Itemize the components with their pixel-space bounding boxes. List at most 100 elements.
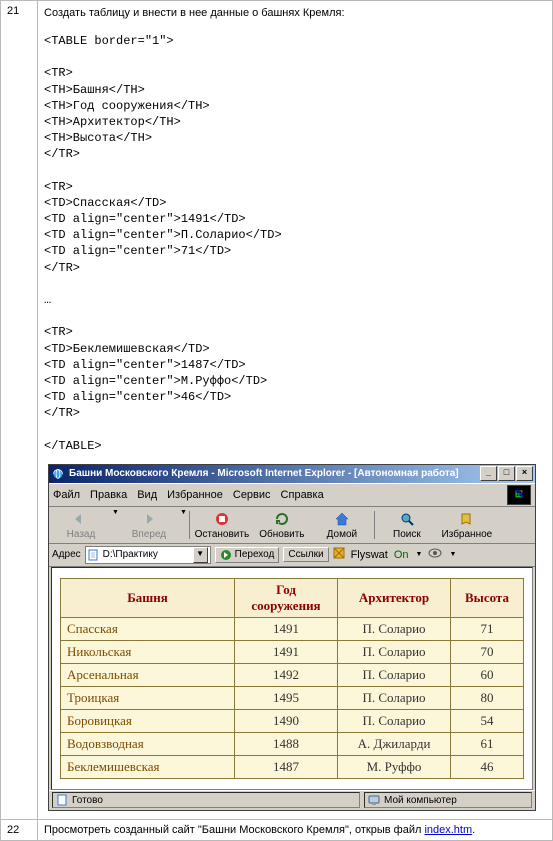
document-done-icon xyxy=(56,794,68,806)
cell-tower: Никольская xyxy=(61,640,235,663)
col-height: Высота xyxy=(451,578,524,617)
col-tower: Башня xyxy=(61,578,235,617)
stop-button[interactable]: Остановить xyxy=(192,509,252,541)
index-link[interactable]: index.htm xyxy=(424,824,472,836)
titlebar: Башни Московского Кремля - Microsoft Int… xyxy=(49,465,535,483)
toolbar: Назад ▼ Вперед ▼ Остановить Обновить xyxy=(49,507,535,544)
address-input[interactable]: D:\Практику ▼ xyxy=(85,546,211,564)
back-split-icon[interactable]: ▼ xyxy=(112,509,119,516)
go-label: Переход xyxy=(235,549,275,560)
refresh-icon xyxy=(273,510,291,528)
window-controls: _ □ × xyxy=(480,466,533,481)
go-button[interactable]: Переход xyxy=(215,547,280,563)
cell-architect: П. Соларио xyxy=(338,709,451,732)
cell-year: 1492 xyxy=(235,663,338,686)
forward-split-icon[interactable]: ▼ xyxy=(180,509,187,516)
cell-architect: П. Соларио xyxy=(338,617,451,640)
cell-tower: Водовзводная xyxy=(61,732,235,755)
flyswat-label: Flyswat xyxy=(351,549,388,561)
eye-dropdown-icon[interactable]: ▼ xyxy=(449,551,456,558)
cell-architect: П. Соларио xyxy=(338,663,451,686)
refresh-button[interactable]: Обновить xyxy=(252,509,312,541)
statusbar: Готово Мой компьютер xyxy=(49,790,535,810)
close-button[interactable]: × xyxy=(516,466,533,481)
menu-favorites[interactable]: Избранное xyxy=(167,489,223,501)
cell-height: 54 xyxy=(451,709,524,732)
menu-edit[interactable]: Правка xyxy=(90,489,127,501)
menubar: Файл Правка Вид Избранное Сервис Справка… xyxy=(49,483,535,507)
cell-height: 70 xyxy=(451,640,524,663)
go-icon xyxy=(220,549,232,561)
task22-tail: . xyxy=(472,824,475,836)
home-label: Домой xyxy=(327,529,357,540)
menu-view[interactable]: Вид xyxy=(137,489,157,501)
forward-icon xyxy=(140,510,158,528)
forward-button[interactable]: Вперед xyxy=(119,509,179,541)
cell-architect: П. Соларио xyxy=(338,640,451,663)
menu-file[interactable]: Файл xyxy=(53,489,80,501)
links-button[interactable]: Ссылки xyxy=(283,547,328,562)
address-label: Адрес xyxy=(52,549,81,560)
kremlin-table: Башня Год сооружения Архитектор Высота С… xyxy=(60,578,524,779)
col-year: Год сооружения xyxy=(235,578,338,617)
address-dropdown-icon[interactable]: ▼ xyxy=(193,547,208,563)
task-number: 21 xyxy=(1,1,38,820)
ie-icon xyxy=(51,467,65,481)
cell-year: 1491 xyxy=(235,617,338,640)
back-icon xyxy=(72,510,90,528)
task-number: 22 xyxy=(1,819,38,840)
cell-architect: М. Руффо xyxy=(338,755,451,778)
document-table: 21 Создать таблицу и внести в нее данные… xyxy=(0,0,553,841)
refresh-label: Обновить xyxy=(259,529,304,540)
back-label: Назад xyxy=(67,529,96,540)
favorites-button[interactable]: Избранное xyxy=(437,509,497,541)
search-icon xyxy=(398,510,416,528)
cell-year: 1490 xyxy=(235,709,338,732)
menu-help[interactable]: Справка xyxy=(281,489,324,501)
flyswat-state[interactable]: On xyxy=(394,549,409,561)
browser-content: Башня Год сооружения Архитектор Высота С… xyxy=(51,567,533,790)
code-block: <TABLE border="1"> <TR> <TH>Башня</TH> <… xyxy=(44,33,546,454)
toolbar-separator xyxy=(374,511,375,539)
cell-architect: П. Соларио xyxy=(338,686,451,709)
eye-icon[interactable] xyxy=(428,548,442,561)
cell-tower: Боровицкая xyxy=(61,709,235,732)
favorites-icon xyxy=(458,510,476,528)
table-row: Водовзводная1488А. Джиларди61 xyxy=(61,732,524,755)
maximize-button[interactable]: □ xyxy=(498,466,515,481)
table-row: Арсенальная1492П. Соларио60 xyxy=(61,663,524,686)
zone-text: Мой компьютер xyxy=(384,795,457,806)
cell-height: 80 xyxy=(451,686,524,709)
my-computer-icon xyxy=(368,794,380,806)
cell-tower: Троицкая xyxy=(61,686,235,709)
forward-label: Вперед xyxy=(132,529,166,540)
cell-tower: Арсенальная xyxy=(61,663,235,686)
table-row: Никольская1491П. Соларио70 xyxy=(61,640,524,663)
home-icon xyxy=(333,510,351,528)
flyswat-icon xyxy=(333,547,345,562)
address-value: D:\Практику xyxy=(103,549,193,560)
window-title: Башни Московского Кремля - Microsoft Int… xyxy=(69,468,480,479)
document-icon xyxy=(88,549,100,561)
ie-window: Башни Московского Кремля - Microsoft Int… xyxy=(48,464,536,811)
minimize-button[interactable]: _ xyxy=(480,466,497,481)
col-architect: Архитектор xyxy=(338,578,451,617)
search-label: Поиск xyxy=(393,529,421,540)
task-body: Просмотреть созданный сайт "Башни Москов… xyxy=(38,819,553,840)
flyswat-dropdown-icon[interactable]: ▼ xyxy=(416,551,423,558)
search-button[interactable]: Поиск xyxy=(377,509,437,541)
cell-height: 46 xyxy=(451,755,524,778)
toolbar-separator xyxy=(189,511,190,539)
task-row-21: 21 Создать таблицу и внести в нее данные… xyxy=(1,1,553,820)
table-row: Беклемишевская1487М. Руффо46 xyxy=(61,755,524,778)
status-text: Готово xyxy=(72,795,103,806)
back-button[interactable]: Назад xyxy=(51,509,111,541)
cell-year: 1495 xyxy=(235,686,338,709)
table-row: Спасская1491П. Соларио71 xyxy=(61,617,524,640)
home-button[interactable]: Домой xyxy=(312,509,372,541)
favorites-label: Избранное xyxy=(442,529,493,540)
menu-service[interactable]: Сервис xyxy=(233,489,271,501)
ie-brand-icon: ⊞ xyxy=(507,485,531,505)
table-row: Боровицкая1490П. Соларио54 xyxy=(61,709,524,732)
cell-height: 71 xyxy=(451,617,524,640)
